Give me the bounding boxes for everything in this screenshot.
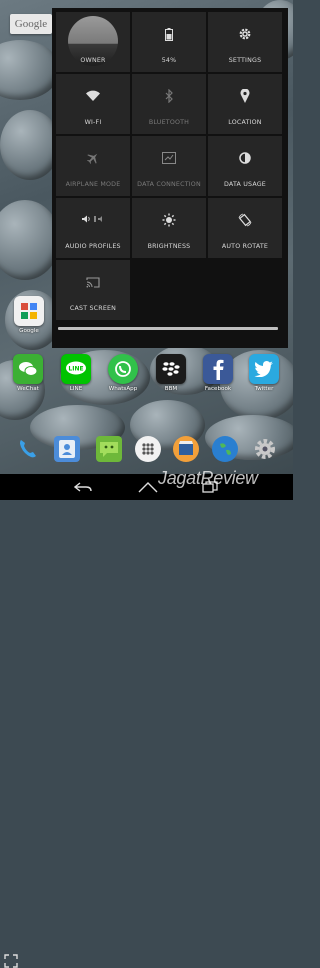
back-icon[interactable] bbox=[74, 481, 92, 493]
airplane-icon bbox=[86, 150, 100, 166]
app-facebook[interactable]: Facebook bbox=[200, 354, 236, 392]
bbm-icon bbox=[156, 354, 186, 384]
tile-label: AUTO ROTATE bbox=[221, 243, 269, 250]
gear-icon bbox=[238, 26, 252, 42]
tile-label: DATA CONNECTION bbox=[137, 181, 201, 188]
tile-data-connection[interactable]: DATA CONNECTION bbox=[132, 136, 206, 196]
tile-data-usage[interactable]: DATA USAGE bbox=[208, 136, 282, 196]
google-search-widget[interactable]: Google bbox=[10, 14, 52, 34]
brightness-icon bbox=[162, 212, 176, 228]
app-google[interactable]: Google bbox=[11, 296, 47, 334]
tile-label: 54% bbox=[161, 57, 177, 64]
app-drawer-icon[interactable] bbox=[135, 436, 161, 462]
app-label: Google bbox=[19, 328, 39, 334]
wechat-icon bbox=[13, 354, 43, 384]
app-label: Facebook bbox=[204, 386, 232, 392]
tile-label: AUDIO PROFILES bbox=[65, 243, 121, 250]
auto-rotate-icon bbox=[238, 212, 252, 228]
app-label: Twitter bbox=[254, 386, 274, 392]
whatsapp-icon bbox=[108, 354, 138, 384]
app-line[interactable]: LINE LINE bbox=[58, 354, 94, 392]
tile-label: SETTINGS bbox=[228, 57, 262, 64]
twitter-bird-icon bbox=[249, 354, 279, 384]
dock bbox=[0, 428, 293, 472]
messaging-icon[interactable] bbox=[96, 436, 122, 462]
tile-label: DATA USAGE bbox=[223, 181, 266, 188]
line-icon: LINE bbox=[61, 354, 91, 384]
tile-cast-screen[interactable]: CAST SCREEN bbox=[56, 260, 130, 320]
app-whatsapp[interactable]: WhatsApp bbox=[105, 354, 141, 392]
audio-profiles-icon bbox=[82, 212, 104, 228]
fullscreen-icon[interactable] bbox=[4, 954, 18, 968]
tile-label: AIRPLANE MODE bbox=[65, 181, 121, 188]
quick-settings-panel: OWNER 54% SETTINGS WI-FI BLUETOOTH LOCAT… bbox=[52, 8, 288, 348]
tile-brightness[interactable]: BRIGHTNESS bbox=[132, 198, 206, 258]
tile-label: WI-FI bbox=[84, 119, 102, 126]
tile-label: CAST SCREEN bbox=[69, 305, 117, 312]
phone-icon[interactable] bbox=[14, 436, 40, 462]
app-label: BBM bbox=[164, 386, 178, 392]
tile-bluetooth[interactable]: BLUETOOTH bbox=[132, 74, 206, 134]
tile-label: OWNER bbox=[80, 57, 106, 64]
tile-settings[interactable]: SETTINGS bbox=[208, 12, 282, 72]
tile-wifi[interactable]: WI-FI bbox=[56, 74, 130, 134]
tile-label: BRIGHTNESS bbox=[147, 243, 191, 250]
app-label: WeChat bbox=[17, 386, 39, 392]
browser-globe-icon[interactable] bbox=[212, 436, 238, 462]
contacts-icon[interactable] bbox=[54, 436, 80, 462]
tile-auto-rotate[interactable]: AUTO ROTATE bbox=[208, 198, 282, 258]
tile-airplane-mode[interactable]: AIRPLANE MODE bbox=[56, 136, 130, 196]
home-icon[interactable] bbox=[138, 481, 158, 493]
panel-handle[interactable] bbox=[58, 327, 278, 330]
video-icon[interactable] bbox=[173, 436, 199, 462]
google-folder-icon bbox=[14, 296, 44, 326]
data-usage-icon bbox=[239, 150, 251, 166]
tile-location[interactable]: LOCATION bbox=[208, 74, 282, 134]
settings-gear-icon[interactable] bbox=[252, 436, 278, 462]
tile-battery[interactable]: 54% bbox=[132, 12, 206, 72]
wifi-icon bbox=[85, 88, 101, 104]
app-twitter[interactable]: Twitter bbox=[246, 354, 282, 392]
tile-label: BLUETOOTH bbox=[148, 119, 190, 126]
app-bbm[interactable]: BBM bbox=[153, 354, 189, 392]
tile-label: LOCATION bbox=[228, 119, 262, 126]
app-wechat[interactable]: WeChat bbox=[10, 354, 46, 392]
cast-icon bbox=[86, 274, 100, 290]
svg-text:LINE: LINE bbox=[68, 366, 83, 373]
facebook-icon bbox=[203, 354, 233, 384]
bluetooth-icon bbox=[164, 88, 174, 104]
location-pin-icon bbox=[240, 88, 250, 104]
battery-icon bbox=[165, 26, 173, 42]
tile-audio-profiles[interactable]: AUDIO PROFILES bbox=[56, 198, 130, 258]
watermark: JagatReview bbox=[158, 468, 258, 488]
app-label: WhatsApp bbox=[108, 386, 138, 392]
tile-owner[interactable]: OWNER bbox=[56, 12, 130, 72]
data-connection-icon bbox=[162, 150, 176, 166]
app-label: LINE bbox=[69, 386, 83, 392]
